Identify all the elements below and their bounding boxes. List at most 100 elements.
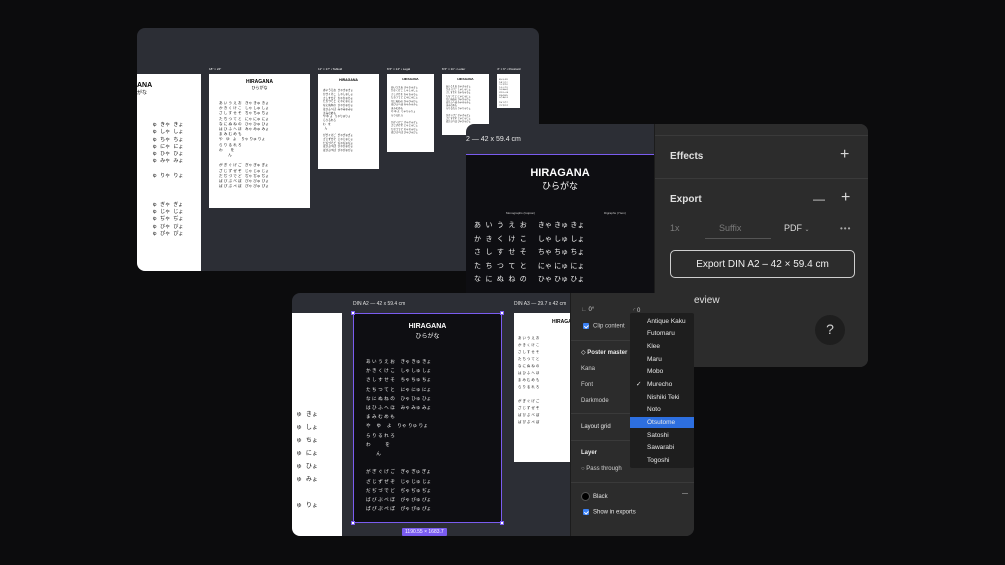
checkmark-icon: ✓ <box>636 381 642 388</box>
partial-subtitle: がな <box>137 90 148 96</box>
remove-fill-icon[interactable]: — <box>682 491 688 497</box>
font-option-klee[interactable]: Klee <box>630 341 694 352</box>
sheet-kana-grid: あいうえお きゃきゅきょ かきくけこ しゃしゅしょ さしすせそ ちゃちゅちょ た… <box>446 85 471 124</box>
fill-row[interactable]: Black <box>581 492 608 501</box>
export-format-select[interactable]: PDF ⌄ <box>784 223 810 233</box>
frame-label-postcard[interactable]: 4" × 6" • Postcard <box>497 67 520 71</box>
show-in-exports-checkbox[interactable]: Show in exports <box>583 509 636 516</box>
font-option-label: Togoshi <box>647 457 670 464</box>
property-font-label: Font <box>581 382 594 388</box>
frame-label-letter[interactable]: 8.5" × 11" • Letter <box>442 67 465 71</box>
frame-label-18x24[interactable]: 18" × 24" <box>209 67 221 71</box>
selection-handle-tr[interactable] <box>500 311 504 315</box>
digraphs-label: Digraphs (Yōon) <box>604 211 626 215</box>
font-option-togoshi[interactable]: Togoshi <box>630 455 694 466</box>
poster-subtitle: ひらがな <box>541 182 578 192</box>
blend-mode-select[interactable]: ○ Pass through <box>581 466 622 472</box>
font-option-sawarabi[interactable]: Sawarabi <box>630 442 694 453</box>
poster-partial-sheet[interactable]: ANA がな ゅ きゃ きょ ゅ しゃ しょ ゅ ちゃ ちょ ゅ にゃ にょ ゅ… <box>137 74 201 271</box>
frame-label-tabloid[interactable]: 11" × 17" • Tabloid <box>318 67 342 71</box>
export-suffix-input[interactable]: Suffix <box>719 223 741 233</box>
add-export-icon[interactable]: + <box>841 189 850 207</box>
export-button[interactable]: Export DIN A2 – 42 × 59.4 cm <box>670 250 855 278</box>
sheet-kana-grid: あいうえお きゃきゅきょ かきくけこ しゃしゅしょ さしすせそ ちゃちゅちょ た… <box>323 89 354 152</box>
sheet-title: HIRAGANA <box>339 78 358 82</box>
dimension-badge: 1190.55 × 1683.7 <box>402 528 447 536</box>
canvas-window-font-picker: ゅ きょ ゅ しょ ゅ ちょ ゅ にょ ゅ ひょ ゅ みょ ゅ りょ DIN A… <box>292 293 694 536</box>
sheet-kana-grid: あいうえお かきくけこ さしすせそ たちつてと なにぬねの はひふへほ まみむめ… <box>499 79 509 107</box>
partial-kana-grid: ゅ きゃ きょ ゅ しゃ しょ ゅ ちゃ ちょ ゅ にゃ にょ ゅ ひゃ ひょ … <box>152 122 184 237</box>
font-option-label: Nishiki Teki <box>647 394 680 401</box>
font-option-label: Futomaru <box>647 330 675 337</box>
blend-mode-value: Pass through <box>586 466 622 472</box>
poster-sheet-tabloid[interactable]: HIRAGANA あいうえお きゃきゅきょ かきくけこ しゃしゅしょ さしすせそ… <box>318 74 379 169</box>
poster-sheet-18x24[interactable]: HIRAGANA ひらがな あ い う え お きゃ きゅ きょ か き く け… <box>209 74 310 208</box>
poster-subtitle: ひらがな <box>415 333 440 340</box>
poster-sheet-legal[interactable]: HIRAGANA あいうえお きゃきゅきょ かきくけこ しゃしゅしょ さしすせそ… <box>387 74 434 152</box>
frame-label-legal[interactable]: 8.5" × 14" • Legal <box>387 67 410 71</box>
effects-section-title: Effects <box>670 151 704 162</box>
font-option-maru[interactable]: Maru <box>630 354 694 365</box>
sheet-kana-grid: あ い う え お か き く け こ さ し す せ そ た ち つ て と … <box>518 336 540 424</box>
font-option-futomaru[interactable]: Futomaru <box>630 328 694 339</box>
help-icon: ? <box>826 321 834 337</box>
fill-name: Black <box>593 494 608 501</box>
add-effect-icon[interactable]: + <box>840 146 849 164</box>
help-button[interactable]: ? <box>815 315 845 345</box>
font-option-label: Klee <box>647 343 661 350</box>
font-option-otsutome[interactable]: Otsutome <box>630 417 694 428</box>
poster-sheet-din-a3[interactable]: HIRAGANA あ い う え お か き く け こ さ し す せ そ た… <box>514 313 570 462</box>
font-option-label: Mobo <box>647 368 664 375</box>
poster-partial-sheet[interactable]: ゅ きょ ゅ しょ ゅ ちょ ゅ にょ ゅ ひょ ゅ みょ ゅ りょ <box>292 313 342 536</box>
sheet-subtitle: ひらがな <box>251 85 268 90</box>
selected-dark-poster[interactable]: HIRAGANA ひらがな あ い う え お きゃ きゅ きょ か き く け… <box>353 313 502 523</box>
checkbox-checked-icon <box>583 509 589 515</box>
layer-section-title: Layer <box>581 450 598 456</box>
export-scale-field[interactable]: 1x <box>670 223 680 233</box>
selection-handle-tl[interactable] <box>351 311 355 315</box>
font-option-satoshi[interactable]: Satoshi <box>630 430 694 441</box>
clip-content-checkbox[interactable]: Clip content <box>583 323 625 330</box>
selection-handle-br[interactable] <box>500 521 504 525</box>
font-option-noto[interactable]: Noto <box>630 404 694 415</box>
chevron-down-icon: ⌄ <box>804 227 810 233</box>
component-poster-master[interactable]: ◇ Poster master <box>581 349 627 356</box>
sheet-title: HIRAGANA <box>402 77 419 81</box>
rotation-field[interactable]: ∟ 0° <box>581 307 594 313</box>
poster-kana-grid: あ い う え お きゃ きゅ きょ か き く け こ しゃ しゅ しょ さ … <box>474 221 585 283</box>
font-option-mobo[interactable]: Mobo <box>630 366 694 377</box>
clip-content-label: Clip content <box>593 323 625 330</box>
poster-sheet-postcard[interactable]: あいうえお かきくけこ さしすせそ たちつてと なにぬねの はひふへほ まみむめ… <box>497 74 520 108</box>
rotation-icon: ∟ <box>581 307 587 313</box>
font-option-label: Noto <box>647 406 661 413</box>
component-icon: ◇ <box>581 350 586 356</box>
partial-title: ANA <box>137 82 153 89</box>
checkbox-checked-icon <box>583 323 589 329</box>
export-format-value: PDF <box>784 223 802 233</box>
monographs-label: Monographs (Gojūon) <box>506 211 536 215</box>
frame-label-din-a3[interactable]: DIN A3 — 29.7 x 42 cm <box>514 301 566 307</box>
remove-export-icon[interactable]: — <box>813 192 825 206</box>
font-option-murecho[interactable]: ✓ Murecho <box>630 379 694 390</box>
frame-label-din-a2[interactable]: 2 — 42 x 59.4 cm <box>466 136 521 143</box>
font-option-antique-kaku[interactable]: Antique Kaku <box>630 316 694 327</box>
component-name: Poster master <box>587 350 628 356</box>
export-button-label: Export DIN A2 – 42 × 59.4 cm <box>696 259 829 270</box>
blend-mode-icon: ○ <box>581 466 585 472</box>
rotation-value: 0° <box>588 307 595 313</box>
more-options-icon[interactable]: ••• <box>840 224 851 233</box>
font-option-nishiki-teki[interactable]: Nishiki Teki <box>630 392 694 403</box>
selection-handle-bl[interactable] <box>351 521 355 525</box>
preview-toggle[interactable]: eview <box>694 295 720 306</box>
sheet-kana-grid: あ い う え お きゃ きゅ きょ か き く け こ しゃ しゅ しょ さ … <box>219 101 269 189</box>
font-option-label: Sawarabi <box>647 444 675 451</box>
frame-label-din-a2[interactable]: DIN A2 — 42 x 59.4 cm <box>353 301 405 307</box>
font-option-label: Maru <box>647 356 662 363</box>
poster-title: HIRAGANA <box>408 323 447 330</box>
property-darkmode-label: Darkmode <box>581 398 609 404</box>
font-dropdown-menu: Antique Kaku Futomaru Klee Maru Mobo ✓ Mu… <box>630 313 694 468</box>
font-option-label: Murecho <box>647 381 673 388</box>
fill-swatch <box>581 492 590 501</box>
font-option-label: Otsutome <box>647 419 676 426</box>
font-option-label: Satoshi <box>647 432 669 439</box>
